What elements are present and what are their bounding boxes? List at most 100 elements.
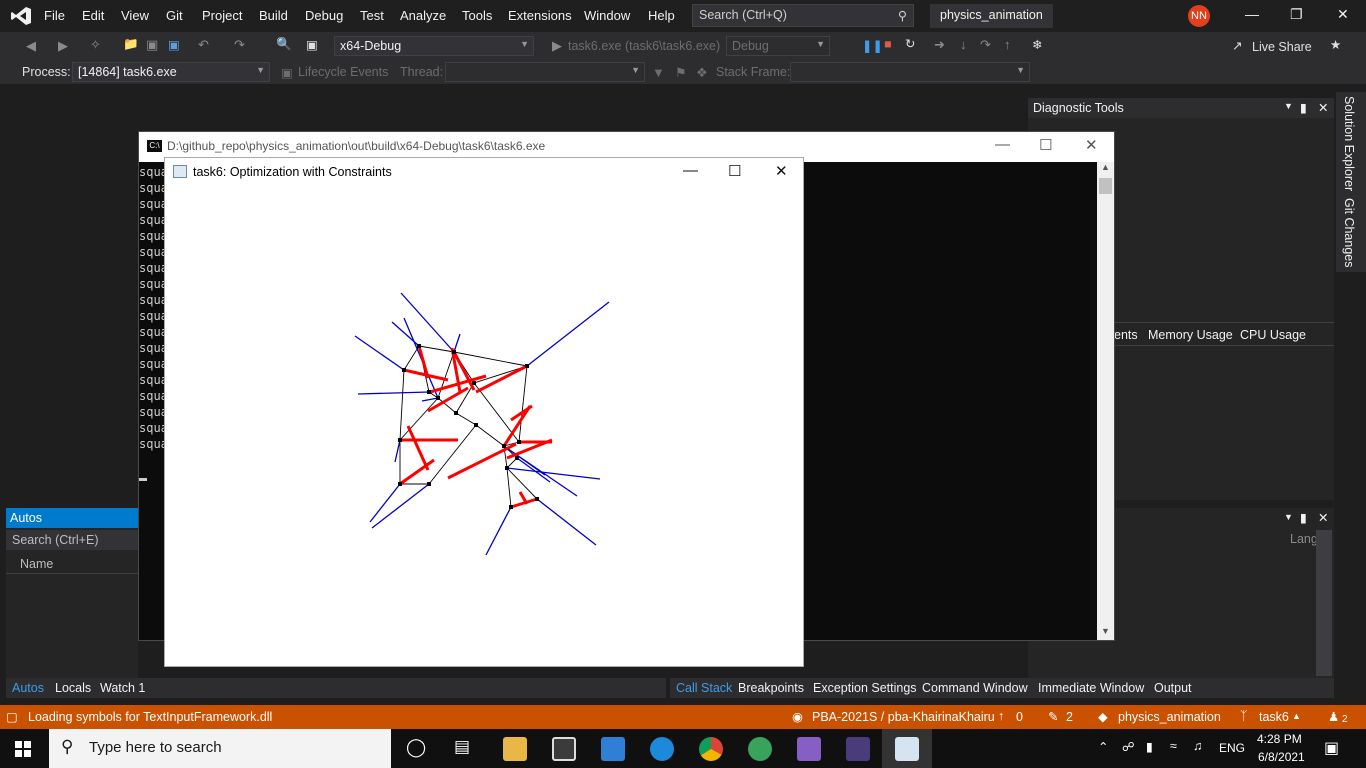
close-icon[interactable]: ✕ xyxy=(1337,6,1349,23)
tab-events[interactable]: ents xyxy=(1114,328,1138,342)
filter-icon[interactable]: ▼ xyxy=(652,65,665,80)
language-column-header[interactable]: Lang xyxy=(1290,532,1318,546)
autos-name-column[interactable]: Name xyxy=(6,554,138,574)
menu-edit[interactable]: Edit xyxy=(82,8,104,23)
mass-point[interactable] xyxy=(398,482,402,486)
unpushed-count[interactable]: 0 xyxy=(1016,710,1023,724)
menu-extensions[interactable]: Extensions xyxy=(508,8,572,23)
stop-icon[interactable]: ■ xyxy=(884,37,892,51)
menu-test[interactable]: Test xyxy=(360,8,384,23)
tab-cpu-usage[interactable]: CPU Usage xyxy=(1240,328,1306,342)
mass-point[interactable] xyxy=(472,381,476,385)
vertical-scrollbar[interactable] xyxy=(1316,530,1332,676)
tab-solution-explorer[interactable]: Solution Explorer xyxy=(1342,96,1356,191)
file-explorer-icon[interactable] xyxy=(503,737,527,761)
menu-debug[interactable]: Debug xyxy=(305,8,343,23)
chevron-down-icon[interactable]: ▼ xyxy=(1284,101,1293,111)
step-out-icon[interactable]: ↑ xyxy=(1004,37,1011,52)
visual-studio-icon[interactable] xyxy=(797,737,821,761)
tab-output[interactable]: Output xyxy=(1154,681,1192,695)
clock-time[interactable]: 4:28 PM xyxy=(1257,732,1302,746)
run-config-select[interactable]: Debug ▼ xyxy=(726,36,830,56)
lifecycle-events-label[interactable]: Lifecycle Events xyxy=(298,65,388,79)
meet-now-icon[interactable]: ☍ xyxy=(1122,739,1135,754)
store-icon[interactable] xyxy=(552,737,576,761)
close-icon[interactable]: ✕ xyxy=(1085,136,1098,154)
start-debug-icon[interactable]: ▶ xyxy=(552,38,562,54)
menu-analyze[interactable]: Analyze xyxy=(400,8,446,23)
minimize-icon[interactable]: — xyxy=(1245,6,1259,22)
hot-reload-icon[interactable]: ❄ xyxy=(1032,37,1042,52)
mass-point[interactable] xyxy=(427,482,431,486)
taskbar-search-input[interactable]: ⚲ Type here to search xyxy=(49,729,391,768)
chrome-icon[interactable] xyxy=(699,737,723,761)
pause-icon[interactable]: ❚❚ xyxy=(862,38,883,53)
chevron-up-icon[interactable]: ⌃ xyxy=(1098,739,1108,754)
language-indicator[interactable]: ENG xyxy=(1219,741,1245,755)
clock-date[interactable]: 6/8/2021 xyxy=(1258,750,1305,764)
close-icon[interactable]: ✕ xyxy=(1318,100,1328,115)
windows-start-icon[interactable] xyxy=(15,741,31,757)
autos-search-input[interactable]: Search (Ctrl+E) xyxy=(6,530,138,550)
process-select[interactable]: [14864] task6.exe ▼ xyxy=(72,62,270,82)
menu-file[interactable]: File xyxy=(44,8,65,23)
mass-point[interactable] xyxy=(436,396,440,400)
step-back-icon[interactable]: ↷ xyxy=(980,37,991,53)
tab-command-window[interactable]: Command Window xyxy=(922,681,1028,695)
configuration-select[interactable]: x64-Debug ▼ xyxy=(334,36,534,56)
tab-autos[interactable]: Autos xyxy=(12,681,44,695)
undo-icon[interactable]: ↶ xyxy=(198,37,209,53)
menu-help[interactable]: Help xyxy=(648,8,675,23)
mass-point[interactable] xyxy=(535,497,539,501)
stack-frame-select[interactable]: ▼ xyxy=(790,62,1030,82)
repository-label[interactable]: PBA-2021S / pba-KhairinaKhairu xyxy=(812,710,995,724)
find-in-files-icon[interactable]: 🔍 xyxy=(276,37,292,52)
chevron-down-icon[interactable]: ▼ xyxy=(1284,512,1293,522)
mass-point[interactable] xyxy=(525,364,529,368)
pin-icon[interactable]: ▮ xyxy=(1300,510,1307,525)
chevron-down-icon[interactable]: ▼ xyxy=(1101,626,1110,636)
maximize-icon[interactable]: ☐ xyxy=(1039,136,1052,154)
solution-platform-icon[interactable]: ▣ xyxy=(306,37,318,52)
open-folder-icon[interactable]: 📁 xyxy=(123,37,139,52)
simulation-canvas[interactable] xyxy=(165,158,803,666)
battery-icon[interactable]: ▮ xyxy=(1146,739,1153,754)
pin-icon[interactable]: ▮ xyxy=(1300,100,1307,115)
mass-point[interactable] xyxy=(515,456,519,460)
mass-point[interactable] xyxy=(454,411,458,415)
mass-point[interactable] xyxy=(427,390,431,394)
menu-view[interactable]: View xyxy=(121,8,149,23)
mass-point[interactable] xyxy=(505,466,509,470)
menu-project[interactable]: Project xyxy=(202,8,242,23)
console-scrollbar[interactable]: ▲ ▼ xyxy=(1097,162,1114,640)
mass-point[interactable] xyxy=(452,350,456,354)
menu-window[interactable]: Window xyxy=(584,8,630,23)
minimize-icon[interactable]: — xyxy=(995,136,1010,153)
menu-build[interactable]: Build xyxy=(259,8,288,23)
mass-point[interactable] xyxy=(517,440,521,444)
forward-icon[interactable]: ▶ xyxy=(58,38,68,54)
close-icon[interactable]: ✕ xyxy=(1318,510,1328,525)
tab-watch-1[interactable]: Watch 1 xyxy=(100,681,145,695)
live-share-button[interactable]: Live Share xyxy=(1252,40,1312,54)
avatar[interactable]: NN xyxy=(1188,5,1210,27)
new-project-icon[interactable]: ✧ xyxy=(90,37,101,53)
git-client-icon[interactable] xyxy=(748,737,772,761)
mail-icon[interactable] xyxy=(601,737,625,761)
volume-icon[interactable]: ♫ xyxy=(1193,739,1202,753)
console-app-icon[interactable] xyxy=(846,737,870,761)
lifecycle-events-icon[interactable]: ▣ xyxy=(281,65,293,80)
tab-locals[interactable]: Locals xyxy=(55,681,91,695)
menu-git[interactable]: Git xyxy=(166,8,183,23)
project-name[interactable]: physics_animation xyxy=(1118,710,1221,724)
maximize-icon[interactable]: ❐ xyxy=(1290,6,1303,23)
tab-git-changes[interactable]: Git Changes xyxy=(1342,198,1356,267)
browser-icon[interactable] xyxy=(650,737,674,761)
wifi-icon[interactable]: ≈ xyxy=(1170,739,1177,753)
redo-icon[interactable]: ↷ xyxy=(234,37,245,53)
pending-changes-count[interactable]: 2 xyxy=(1066,710,1073,724)
run-target-label[interactable]: task6.exe (task6\task6.exe) xyxy=(568,39,720,53)
save-all-icon[interactable]: ▣ xyxy=(168,37,180,52)
restart-icon[interactable]: ↻ xyxy=(905,36,915,51)
tab-exception-settings[interactable]: Exception Settings xyxy=(813,681,917,695)
